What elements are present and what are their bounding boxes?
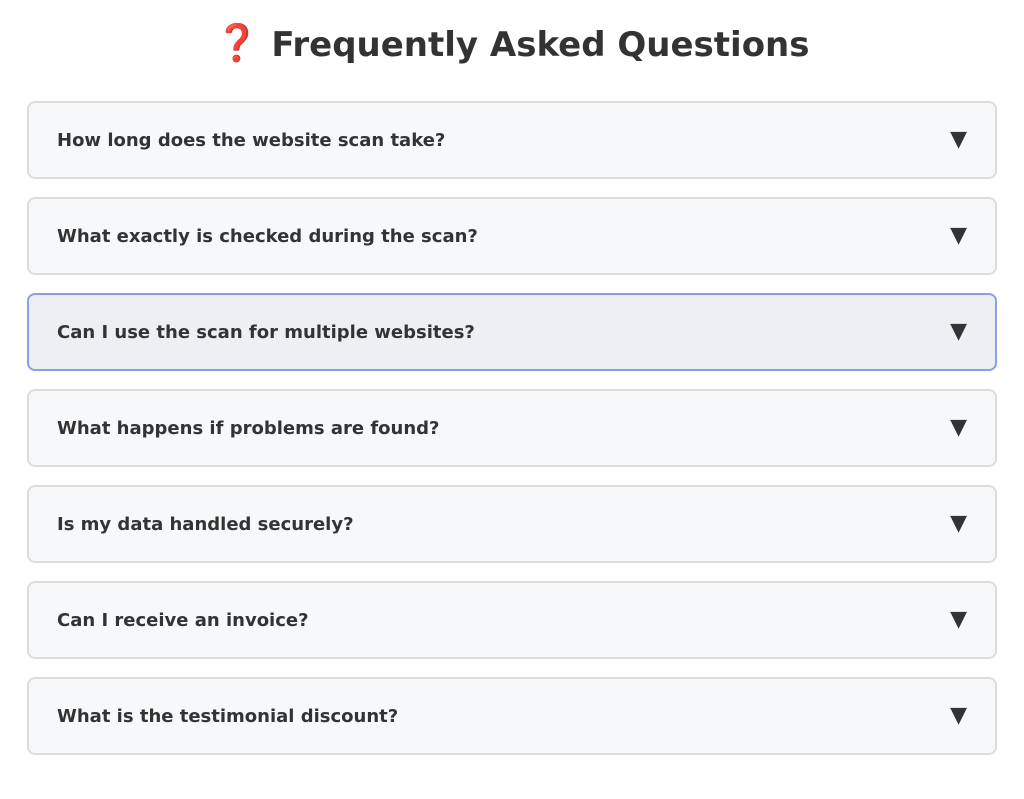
faq-item-scan-duration[interactable]: How long does the website scan take? ▼ xyxy=(27,101,997,179)
faq-item-invoice[interactable]: Can I receive an invoice? ▼ xyxy=(27,581,997,659)
page-title-text: Frequently Asked Questions xyxy=(271,25,810,65)
page-title: ❓ Frequently Asked Questions xyxy=(0,22,1024,68)
faq-question: Can I receive an invoice? xyxy=(57,609,309,631)
faq-item-problems-found[interactable]: What happens if problems are found? ▼ xyxy=(27,389,997,467)
question-mark-icon: ❓ xyxy=(214,23,260,64)
chevron-down-icon[interactable]: ▼ xyxy=(950,609,967,631)
chevron-down-icon[interactable]: ▼ xyxy=(950,417,967,439)
faq-question: What exactly is checked during the scan? xyxy=(57,225,478,247)
chevron-down-icon[interactable]: ▼ xyxy=(950,705,967,727)
faq-item-scan-checks[interactable]: What exactly is checked during the scan?… xyxy=(27,197,997,275)
faq-item-testimonial-discount[interactable]: What is the testimonial discount? ▼ xyxy=(27,677,997,755)
faq-question: What happens if problems are found? xyxy=(57,417,440,439)
chevron-down-icon[interactable]: ▼ xyxy=(950,513,967,535)
faq-question: How long does the website scan take? xyxy=(57,129,446,151)
faq-list: How long does the website scan take? ▼ W… xyxy=(27,101,997,773)
faq-page: ❓ Frequently Asked Questions How long doe… xyxy=(0,0,1024,799)
faq-item-multiple-websites[interactable]: Can I use the scan for multiple websites… xyxy=(27,293,997,371)
faq-question: What is the testimonial discount? xyxy=(57,705,399,727)
faq-item-data-security[interactable]: Is my data handled securely? ▼ xyxy=(27,485,997,563)
faq-question: Can I use the scan for multiple websites… xyxy=(57,321,475,343)
faq-question: Is my data handled securely? xyxy=(57,513,354,535)
chevron-down-icon[interactable]: ▼ xyxy=(950,321,967,343)
chevron-down-icon[interactable]: ▼ xyxy=(950,225,967,247)
chevron-down-icon[interactable]: ▼ xyxy=(950,129,967,151)
